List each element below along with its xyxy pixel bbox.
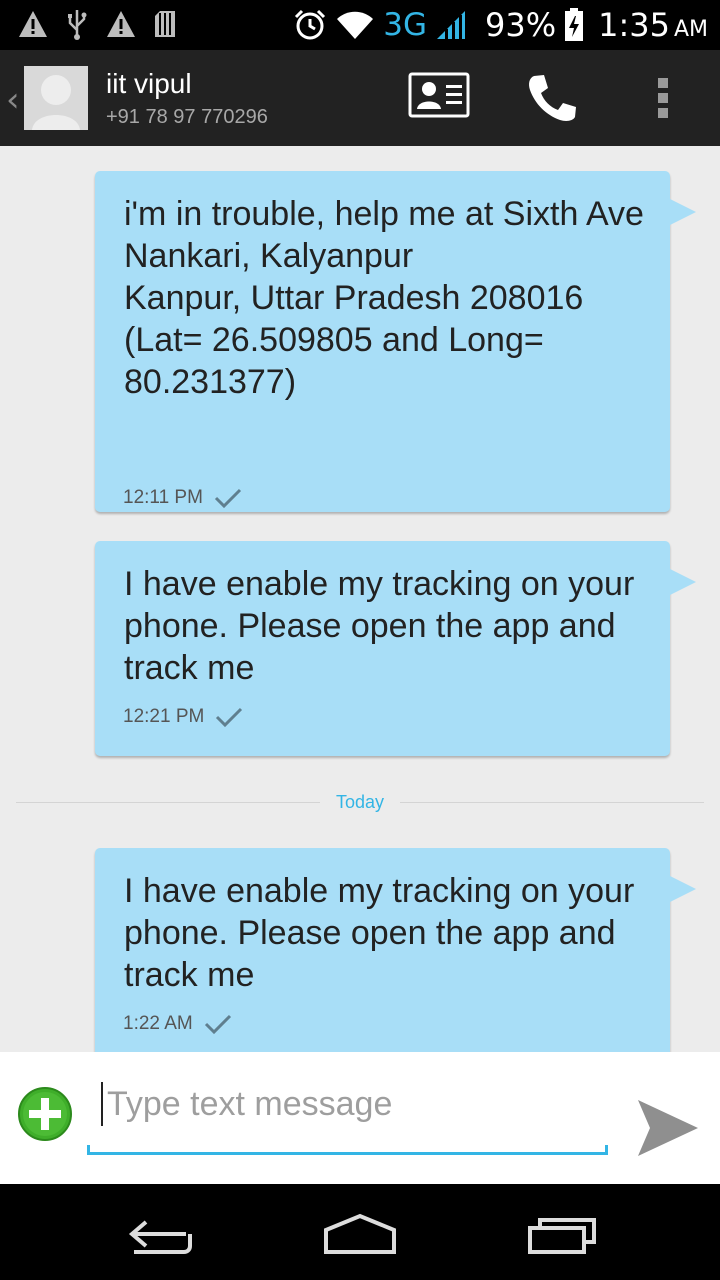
conversation-action-bar: ‹ iit vipul +91 78 97 770296 bbox=[0, 50, 720, 148]
sent-check-icon bbox=[204, 1014, 231, 1035]
home-icon bbox=[324, 1213, 396, 1254]
message-meta: 12:11 PM bbox=[123, 487, 243, 509]
send-icon bbox=[638, 1100, 698, 1156]
back-chevron-icon[interactable]: ‹ bbox=[6, 80, 20, 120]
message-text: I have enable my tracking on your phone.… bbox=[124, 872, 635, 994]
sent-check-icon bbox=[216, 707, 243, 728]
nav-home-button[interactable] bbox=[322, 1212, 398, 1260]
compose-bar bbox=[0, 1052, 720, 1184]
message-bubble[interactable]: i'm in trouble, help me at Sixth Ave Nan… bbox=[95, 171, 696, 512]
network-type: 3G bbox=[383, 7, 427, 43]
warning-icon bbox=[19, 11, 47, 37]
add-attachment-icon bbox=[18, 1087, 72, 1141]
message-time: 1:22 AM bbox=[123, 1013, 193, 1034]
message-text: I have enable my tracking on your phone.… bbox=[124, 565, 635, 687]
message-time: 12:21 PM bbox=[123, 706, 205, 727]
wifi-icon bbox=[337, 11, 374, 39]
status-bar: 3G 93% 1:35 AM bbox=[0, 0, 720, 50]
message-meta: 12:21 PM bbox=[123, 706, 244, 728]
battery-percent: 93% bbox=[484, 6, 557, 44]
message-time: 12:11 PM bbox=[123, 487, 203, 508]
contact-number: +91 78 97 770296 bbox=[106, 106, 268, 128]
clock: 1:35 AM bbox=[598, 6, 708, 44]
phone-icon bbox=[529, 75, 576, 121]
warning-icon bbox=[107, 11, 135, 37]
battery-charging-icon bbox=[565, 8, 584, 41]
contact-name: iit vipul bbox=[106, 68, 192, 99]
recents-icon bbox=[528, 1218, 596, 1254]
message-text: i'm in trouble, help me at Sixth Ave Nan… bbox=[124, 195, 644, 401]
message-bubble[interactable]: I have enable my tracking on your phone.… bbox=[95, 848, 696, 1052]
message-input[interactable] bbox=[101, 1082, 597, 1126]
back-icon bbox=[128, 1220, 192, 1254]
alarm-icon bbox=[295, 9, 326, 40]
date-divider-label: Today bbox=[320, 792, 400, 813]
call-button[interactable] bbox=[526, 72, 578, 128]
avatar-icon bbox=[32, 75, 80, 130]
nav-recents-button[interactable] bbox=[526, 1212, 598, 1260]
clock-time: 1:35 bbox=[598, 6, 670, 44]
send-button[interactable] bbox=[632, 1096, 702, 1164]
add-attachment-button[interactable] bbox=[17, 1086, 73, 1146]
overflow-menu-icon bbox=[658, 78, 668, 118]
overflow-menu-button[interactable] bbox=[656, 74, 670, 126]
signal-icon bbox=[436, 11, 465, 39]
contact-card-icon bbox=[408, 72, 470, 118]
message-list[interactable]: i'm in trouble, help me at Sixth Ave Nan… bbox=[0, 146, 720, 1052]
sd-card-icon bbox=[155, 11, 175, 37]
usb-icon bbox=[68, 10, 87, 40]
message-bubble[interactable]: I have enable my tracking on your phone.… bbox=[95, 541, 696, 756]
sent-check-icon bbox=[214, 488, 241, 509]
message-input-wrapper bbox=[87, 1072, 608, 1155]
navigation-bar bbox=[0, 1184, 720, 1280]
nav-back-button[interactable] bbox=[124, 1212, 196, 1260]
clock-ampm: AM bbox=[673, 17, 708, 42]
view-contact-button[interactable] bbox=[408, 72, 470, 122]
avatar[interactable] bbox=[24, 66, 88, 130]
message-meta: 1:22 AM bbox=[123, 1013, 233, 1035]
